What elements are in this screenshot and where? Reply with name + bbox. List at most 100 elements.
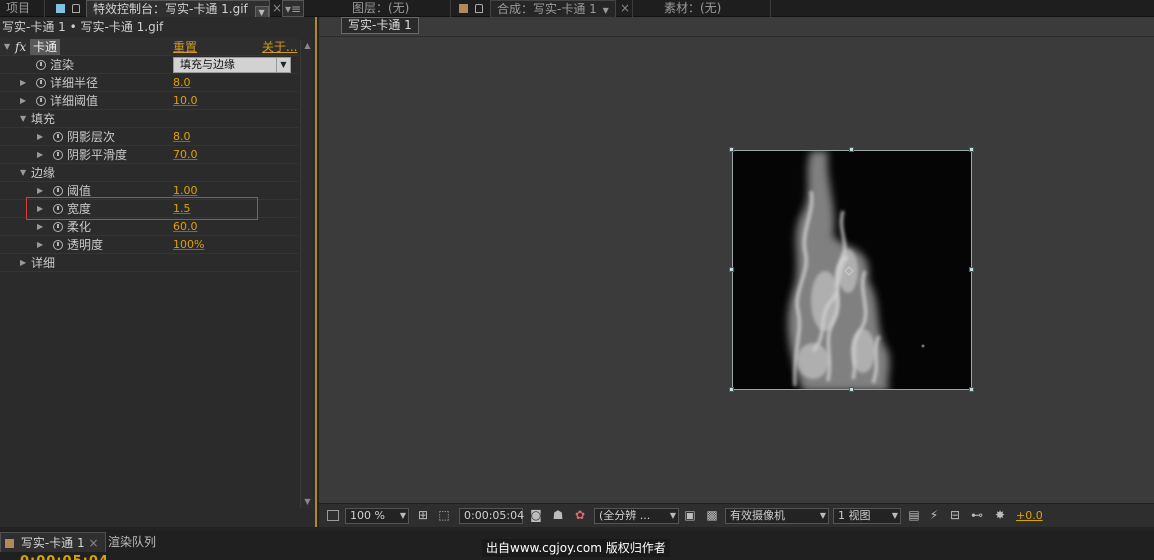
tab-footage[interactable]: 素材：(无): [664, 0, 721, 17]
render-dropdown[interactable]: 填充与边缘 ▼: [173, 57, 291, 73]
pixel-aspect-icon[interactable]: ▤: [906, 507, 922, 523]
camera-snapshot-icon[interactable]: ◙: [528, 507, 544, 523]
expand-triangle-icon[interactable]: ▶: [37, 146, 47, 164]
show-snapshot-icon[interactable]: ☗: [550, 507, 566, 523]
close-tab-icon[interactable]: ×: [620, 0, 630, 17]
stopwatch-icon[interactable]: [36, 96, 46, 106]
panel-menu-icon[interactable]: ▾≡: [282, 0, 304, 17]
tab-divider: [450, 0, 451, 17]
property-row-detail-threshold: ▶ 详细阈值 10.0: [0, 92, 298, 110]
stopwatch-icon[interactable]: [53, 222, 63, 232]
edge-opacity-value[interactable]: 100%: [173, 236, 204, 254]
layer-preview[interactable]: [732, 150, 972, 390]
exposure-icon[interactable]: ✸: [992, 507, 1008, 523]
stopwatch-icon[interactable]: [36, 60, 46, 70]
tab-composition[interactable]: 合成：写实-卡通 1 ▼: [490, 0, 616, 17]
property-row-shading-steps: ▶ 阴影层次 8.0: [0, 128, 298, 146]
tab-project[interactable]: 项目: [6, 0, 30, 17]
tab-effect-controls-label: 特效控制台：写实-卡通 1.gif: [93, 2, 248, 16]
always-preview-icon[interactable]: [327, 510, 339, 521]
tab-divider: [44, 0, 45, 17]
view-layout-dropdown[interactable]: 1 视图 ▼: [833, 508, 901, 524]
expand-triangle-icon[interactable]: ▶: [37, 200, 47, 218]
effect-controls-panel: 写实-卡通 1 • 写实-卡通 1.gif ▼ fx 卡通 重置 关于... 渲…: [0, 17, 317, 527]
tab-divider: [770, 0, 771, 17]
close-tab-icon[interactable]: ×: [88, 536, 98, 550]
stopwatch-icon[interactable]: [53, 132, 63, 142]
transform-handle[interactable]: [849, 387, 854, 392]
composition-viewer: 写实-卡通 1: [319, 17, 1154, 503]
vertical-scrollbar[interactable]: ▲ ▼: [300, 40, 313, 508]
effect-name[interactable]: 卡通: [30, 39, 61, 55]
channel-icon[interactable]: ✿: [572, 507, 588, 523]
edge-threshold-value[interactable]: 1.00: [173, 182, 198, 200]
close-tab-icon[interactable]: ×: [272, 0, 282, 17]
chevron-down-icon[interactable]: ▼: [603, 6, 609, 15]
property-label: 阴影层次: [67, 130, 116, 144]
transform-handle[interactable]: [729, 147, 734, 152]
effect-property-list: ▼ fx 卡通 重置 关于... 渲染 填充与边缘 ▼ ▶ 详细半径 8.0 ▶: [0, 38, 298, 272]
transform-handle[interactable]: [729, 387, 734, 392]
transform-handle[interactable]: [969, 387, 974, 392]
transform-handle[interactable]: [729, 267, 734, 272]
property-group-fill: ▼ 填充: [0, 110, 298, 128]
transform-handle[interactable]: [969, 147, 974, 152]
timeline-comp-label: 写实-卡通 1: [20, 536, 85, 550]
timeline-current-time[interactable]: 0:00:05:04: [20, 554, 109, 560]
property-label: 阈值: [67, 184, 92, 198]
tab-effect-controls[interactable]: 特效控制台：写实-卡通 1.gif ▼: [86, 0, 270, 19]
detail-threshold-value[interactable]: 10.0: [173, 92, 198, 110]
collapse-triangle-icon[interactable]: ▼: [20, 110, 30, 128]
resolution-dropdown[interactable]: (全分辨 ... ▼: [594, 508, 679, 524]
stopwatch-icon[interactable]: [53, 240, 63, 250]
flowchart-icon[interactable]: ⊷: [969, 507, 985, 523]
expand-triangle-icon[interactable]: ▶: [37, 182, 47, 200]
transform-handle[interactable]: [849, 147, 854, 152]
property-row-render: 渲染 填充与边缘 ▼: [0, 56, 298, 74]
top-tab-bar: 项目 特效控制台：写实-卡通 1.gif ▼ × ▾≡ 图层：(无) 合成：写实…: [0, 0, 1154, 19]
stopwatch-icon[interactable]: [53, 204, 63, 214]
property-label: 渲染: [50, 58, 75, 72]
fast-preview-icon[interactable]: ⚡: [926, 507, 942, 523]
expand-triangle-icon[interactable]: ▶: [37, 128, 47, 146]
stopwatch-icon[interactable]: [36, 78, 46, 88]
mask-toggle-icon[interactable]: ⬚: [436, 507, 452, 523]
tab-timeline-comp[interactable]: 写实-卡通 1 ×: [0, 532, 106, 552]
safe-margins-icon[interactable]: ⊞: [415, 507, 431, 523]
camera-value: 有效摄像机: [730, 509, 785, 522]
expand-triangle-icon[interactable]: ▶: [20, 92, 30, 110]
transform-handle[interactable]: [969, 267, 974, 272]
lock-icon[interactable]: [71, 4, 80, 13]
collapse-triangle-icon[interactable]: ▼: [4, 38, 14, 56]
tab-render-queue[interactable]: 渲染队列: [108, 532, 156, 552]
region-of-interest-icon[interactable]: ▣: [682, 507, 698, 523]
comp-flowchart-tab[interactable]: 写实-卡通 1: [341, 17, 419, 34]
stopwatch-icon[interactable]: [53, 150, 63, 160]
edge-width-value[interactable]: 1.5: [173, 200, 191, 218]
transparency-grid-icon[interactable]: ▩: [704, 507, 720, 523]
timeline-icon[interactable]: ⊟: [947, 507, 963, 523]
expand-triangle-icon[interactable]: ▶: [37, 236, 47, 254]
camera-dropdown[interactable]: 有效摄像机 ▼: [725, 508, 829, 524]
zoom-dropdown[interactable]: 100 % ▼: [345, 508, 409, 524]
current-time-value: 0:00:05:04: [464, 509, 525, 522]
stopwatch-icon[interactable]: [53, 186, 63, 196]
collapse-triangle-icon[interactable]: ▼: [20, 164, 30, 182]
shading-steps-value[interactable]: 8.0: [173, 128, 191, 146]
expand-triangle-icon[interactable]: ▶: [20, 254, 30, 272]
scroll-down-icon[interactable]: ▼: [301, 496, 314, 508]
expand-triangle-icon[interactable]: ▶: [20, 74, 30, 92]
scroll-up-icon[interactable]: ▲: [301, 40, 314, 52]
tab-layer[interactable]: 图层：(无): [352, 0, 409, 17]
exposure-value[interactable]: +0.0: [1016, 509, 1043, 522]
detail-radius-value[interactable]: 8.0: [173, 74, 191, 92]
render-queue-label: 渲染队列: [108, 535, 157, 549]
reset-button[interactable]: 重置: [173, 38, 197, 56]
edge-softness-value[interactable]: 60.0: [173, 218, 198, 236]
about-link[interactable]: 关于...: [262, 38, 297, 56]
lock-icon[interactable]: [474, 4, 483, 13]
expand-triangle-icon[interactable]: ▶: [37, 218, 47, 236]
current-time-field[interactable]: 0:00:05:04: [459, 508, 525, 524]
fx-icon[interactable]: fx: [15, 38, 26, 56]
shading-smoothness-value[interactable]: 70.0: [173, 146, 198, 164]
